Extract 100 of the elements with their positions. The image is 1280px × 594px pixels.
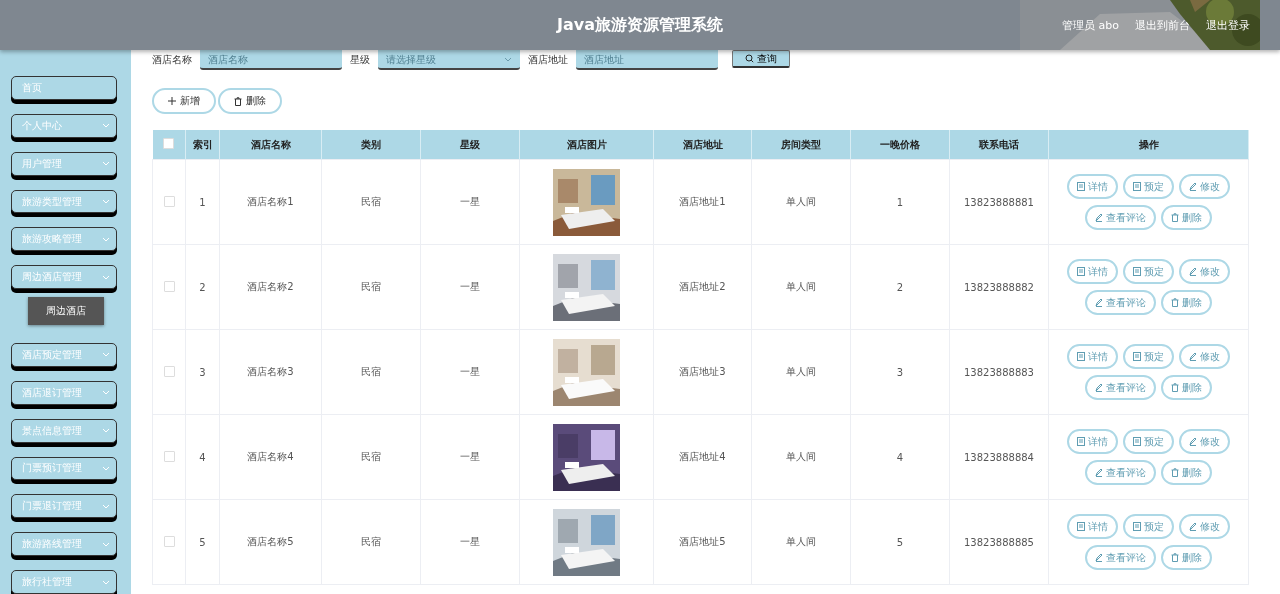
row-action-button[interactable]: 修改 (1179, 429, 1230, 454)
table-cell: 13823888882 (949, 244, 1049, 330)
app-title: Java旅游资源管理系统 (557, 14, 723, 36)
table-cell: 酒店名称1 (219, 159, 322, 245)
table-cell: 单人间 (751, 244, 851, 330)
header-link[interactable]: 退出登录 (1206, 17, 1250, 33)
row-action-button[interactable]: 详情 (1067, 514, 1118, 539)
delete-button[interactable]: 删除 (218, 88, 282, 114)
column-header: 酒店图片 (519, 130, 654, 160)
chevron-icon (102, 390, 110, 396)
sidebar-subitem[interactable]: 周边酒店 (28, 297, 104, 325)
table-cell: 一星 (420, 159, 520, 245)
row-action-button[interactable]: 预定 (1123, 174, 1174, 199)
row-action-button[interactable]: 修改 (1179, 174, 1230, 199)
table-cell: 单人间 (751, 499, 851, 585)
row-action-button[interactable]: 删除 (1161, 375, 1212, 400)
table-cell: 酒店名称2 (219, 244, 322, 330)
table-cell: 单人间 (751, 159, 851, 245)
table-cell: 13823888881 (949, 159, 1049, 245)
row-action-button[interactable]: 删除 (1161, 545, 1212, 570)
checkbox[interactable] (163, 365, 175, 377)
chevron-icon (102, 199, 110, 204)
header-link[interactable]: 管理员 abo (1062, 17, 1119, 33)
input-field[interactable]: 酒店名称 (200, 50, 342, 70)
chevron-icon (102, 352, 110, 358)
row-action-button[interactable]: 详情 (1067, 174, 1118, 199)
row-action-button[interactable]: 详情 (1067, 259, 1118, 284)
table-cell: 5 (850, 499, 950, 585)
table-cell: 酒店地址1 (653, 159, 752, 245)
row-action-button[interactable]: 查看评论 (1085, 545, 1156, 570)
table-cell: 民宿 (321, 414, 421, 500)
pen-icon (1189, 437, 1197, 446)
table-cell: 3 (185, 329, 220, 415)
pen-icon (1189, 352, 1197, 361)
row-action-button[interactable]: 预定 (1123, 344, 1174, 369)
table-cell: 酒店地址5 (653, 499, 752, 585)
row-action-button[interactable]: 删除 (1161, 290, 1212, 315)
row-action-button[interactable]: 详情 (1067, 344, 1118, 369)
table-cell: 1 (185, 159, 220, 245)
row-action-button[interactable]: 查看评论 (1085, 375, 1156, 400)
table-cell: 民宿 (321, 329, 421, 415)
table-cell: 一星 (420, 414, 520, 500)
chevron-icon (102, 579, 110, 585)
row-action-button[interactable]: 修改 (1179, 514, 1230, 539)
checkbox[interactable] (163, 138, 175, 149)
row-action-button[interactable]: 修改 (1179, 344, 1230, 369)
row-action-button[interactable]: 预定 (1123, 259, 1174, 284)
chevron-icon (102, 428, 110, 434)
add-button[interactable]: 新增 (152, 88, 216, 114)
row-action-button[interactable]: 预定 (1123, 514, 1174, 539)
field-label: 酒店名称 (152, 53, 192, 67)
table-cell: 一星 (420, 499, 520, 585)
input-field[interactable]: 酒店地址 (576, 50, 718, 70)
pen-icon (1189, 522, 1197, 531)
row-action-button[interactable]: 查看评论 (1085, 205, 1156, 230)
table-cell: 一星 (420, 244, 520, 330)
search-button[interactable]: 查询 (732, 50, 790, 68)
table-cell: 民宿 (321, 244, 421, 330)
column-header: 联系电话 (949, 130, 1049, 160)
table-cell: 酒店名称4 (219, 414, 322, 500)
column-header: 房间类型 (751, 130, 851, 160)
field-label: 星级 (350, 53, 370, 67)
table-cell: 酒店名称3 (219, 329, 322, 415)
trash-icon (1171, 213, 1179, 222)
chevron-icon (102, 541, 110, 547)
chevron-icon (102, 161, 110, 167)
checkbox[interactable] (163, 450, 175, 462)
document-icon (1077, 267, 1085, 276)
pen-icon (1095, 553, 1103, 562)
table-cell: 13823888884 (949, 414, 1049, 500)
table-cell: 一星 (420, 329, 520, 415)
table-cell: 5 (185, 499, 220, 585)
row-action-button[interactable]: 预定 (1123, 429, 1174, 454)
trash-icon (1171, 298, 1179, 307)
document-icon (1077, 522, 1085, 531)
checkbox[interactable] (163, 195, 175, 207)
column-header: 酒店地址 (653, 130, 752, 160)
column-header: 一晚价格 (850, 130, 950, 160)
row-action-button[interactable]: 删除 (1161, 205, 1212, 230)
table-cell: 酒店地址2 (653, 244, 752, 330)
row-action-button[interactable]: 修改 (1179, 259, 1230, 284)
table-cell: 3 (850, 329, 950, 415)
column-header: 类别 (321, 130, 421, 160)
header-link[interactable]: 退出到前台 (1135, 17, 1190, 33)
document-icon (1133, 182, 1141, 191)
trash-icon (1171, 468, 1179, 477)
checkbox[interactable] (163, 280, 175, 292)
trash-icon (1171, 553, 1179, 562)
row-action-button[interactable]: 查看评论 (1085, 460, 1156, 485)
trash-icon (1171, 383, 1179, 392)
search-icon (745, 54, 754, 63)
column-header: 操作 (1048, 130, 1249, 160)
row-action-button[interactable]: 删除 (1161, 460, 1212, 485)
checkbox[interactable] (163, 535, 175, 547)
select-field[interactable]: 请选择星级 (378, 50, 520, 70)
table-cell: 4 (185, 414, 220, 500)
row-action-button[interactable]: 详情 (1067, 429, 1118, 454)
row-action-button[interactable]: 查看评论 (1085, 290, 1156, 315)
table-cell: 4 (850, 414, 950, 500)
table-cell: 酒店地址3 (653, 329, 752, 415)
